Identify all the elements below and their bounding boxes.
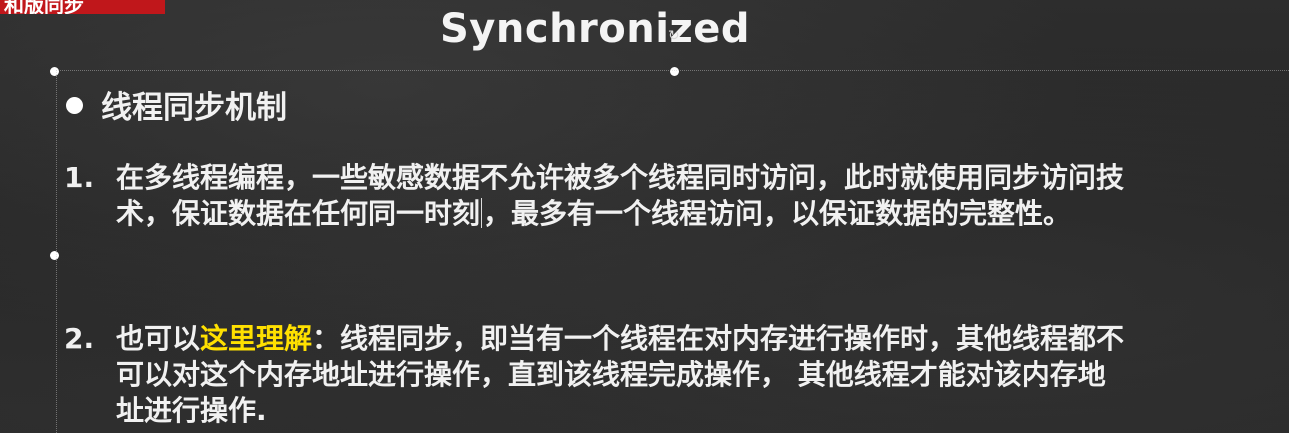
- resize-handle-top-left[interactable]: [50, 67, 59, 76]
- resize-handle-left[interactable]: [50, 251, 59, 260]
- list-item-rest: ：线程同步，即当有一个线程在对内存进行操作时，其他线程都不: [312, 322, 1125, 355]
- selection-border-top: [56, 70, 1289, 71]
- list-item-1[interactable]: 1. 在多线程编程，一些敏感数据不允许被多个线程同时访问，此时就使用同步访问技 …: [64, 160, 1124, 232]
- list-item-2[interactable]: 2. 也可以这里理解：线程同步，即当有一个线程在对内存进行操作时，其他线程都不 …: [64, 321, 1124, 429]
- rotate-handle-icon[interactable]: ↻: [668, 29, 682, 43]
- highlighted-text: 这里理解: [200, 322, 313, 355]
- selection-border-left: [56, 70, 57, 433]
- list-item-text-before-caret: 术，保证数据在任何同一时刻: [116, 197, 481, 230]
- bullet-dot-icon: [66, 97, 83, 114]
- resize-handle-top[interactable]: [670, 67, 679, 76]
- slide-canvas: 和版同步 Synchronized ↻ 线程同步机制 1. 在多线程编程，一些敏…: [0, 0, 1289, 433]
- list-item-line: 址进行操作.: [116, 394, 267, 427]
- text-cursor: [481, 198, 483, 228]
- list-item-number: 1.: [64, 161, 95, 194]
- slide-title[interactable]: Synchronized: [0, 6, 1190, 52]
- list-item-line: 术，保证数据在任何同一时刻 ，最多有一个线程访问，以保证数据的完整性。: [116, 196, 1124, 232]
- list-item-number: 2.: [64, 322, 95, 355]
- list-item-line: 在多线程编程，一些敏感数据不允许被多个线程同时访问，此时就使用同步访问技: [116, 161, 1125, 194]
- list-item-text-after-caret: ，最多有一个线程访问，以保证数据的完整性。: [483, 197, 1072, 230]
- list-item-prefix: 也可以: [116, 322, 201, 355]
- list-item-line: 也可以这里理解：线程同步，即当有一个线程在对内存进行操作时，其他线程都不: [116, 321, 1124, 357]
- list-item-line: 可以对这个内存地址进行操作，直到该线程完成操作， 其他线程才能对该内存地: [116, 358, 1106, 391]
- section-heading[interactable]: 线程同步机制: [66, 82, 287, 127]
- section-heading-text: 线程同步机制: [101, 90, 287, 126]
